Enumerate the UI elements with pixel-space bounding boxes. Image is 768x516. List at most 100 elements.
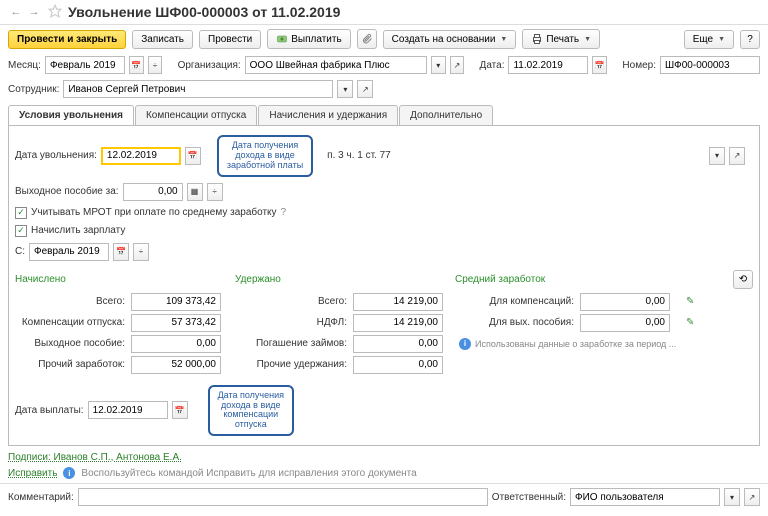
create-basis-button[interactable]: Создать на основании ▼ <box>383 30 517 49</box>
accrue-label: Начислить зарплату <box>31 225 125 236</box>
refresh-button[interactable]: ⟲ <box>733 270 753 289</box>
severance-row-input[interactable] <box>131 335 221 353</box>
mrot-label: Учитывать МРОТ при оплате по среднему за… <box>31 207 277 218</box>
emp-label: Сотрудник: <box>8 84 59 95</box>
open-icon[interactable]: ↗ <box>729 147 745 165</box>
loans-label: Погашение займов: <box>237 338 347 349</box>
open-icon[interactable]: ↗ <box>450 56 465 74</box>
calendar-icon[interactable]: 📅 <box>129 56 144 74</box>
print-button[interactable]: Печать ▼ <box>522 29 600 49</box>
help-icon[interactable]: ? <box>281 207 287 218</box>
dropdown-icon[interactable]: ▾ <box>431 56 446 74</box>
resp-input[interactable] <box>570 488 720 506</box>
accrued-header: Начислено <box>15 274 235 285</box>
date-label: Дата: <box>480 60 505 71</box>
dismiss-date-input[interactable] <box>101 147 181 165</box>
info-icon[interactable]: i <box>63 467 75 479</box>
money-icon <box>276 33 288 45</box>
comp-label: Для компенсаций: <box>459 296 574 307</box>
dropdown-icon[interactable]: ▾ <box>337 80 353 98</box>
calendar-icon[interactable]: 📅 <box>592 56 607 74</box>
more-button[interactable]: Еще ▼ <box>684 30 734 49</box>
attach-button[interactable] <box>357 29 377 49</box>
used-data-info: Использованы данные о заработке за перио… <box>475 339 676 349</box>
severance-input[interactable] <box>123 183 183 201</box>
org-label: Организация: <box>178 60 241 71</box>
month-label: Месяц: <box>8 60 41 71</box>
from-label: С: <box>15 246 25 257</box>
paperclip-icon <box>361 33 373 45</box>
date-input[interactable] <box>508 56 588 74</box>
save-button[interactable]: Записать <box>132 30 193 49</box>
other-input[interactable] <box>131 356 221 374</box>
post-close-button[interactable]: Провести и закрыть <box>8 30 126 49</box>
comp-vac-input[interactable] <box>131 314 221 332</box>
comment-input[interactable] <box>78 488 488 506</box>
sev-label: Для вых. пособия: <box>459 317 574 328</box>
severance-label: Выходное пособие за: <box>15 186 119 197</box>
fix-link[interactable]: Исправить <box>8 468 57 479</box>
basis-suffix: п. 3 ч. 1 ст. 77 <box>327 150 391 161</box>
favorite-star-icon[interactable] <box>48 4 64 20</box>
comment-label: Комментарий: <box>8 492 74 503</box>
calendar-icon[interactable]: 📅 <box>185 147 201 165</box>
number-input[interactable] <box>660 56 760 74</box>
chevron-down-icon: ▼ <box>500 36 507 43</box>
total-input[interactable] <box>131 293 221 311</box>
dropdown-icon[interactable]: ▾ <box>724 488 740 506</box>
nav-back[interactable]: ← <box>8 4 24 20</box>
mrot-checkbox[interactable]: ✓ <box>15 207 27 219</box>
org-input[interactable] <box>245 56 427 74</box>
open-icon[interactable]: ↗ <box>357 80 373 98</box>
post-button[interactable]: Провести <box>199 30 261 49</box>
tab-conditions[interactable]: Условия увольнения <box>8 105 134 125</box>
help-button[interactable]: ? <box>740 30 760 49</box>
loans-input[interactable] <box>353 335 443 353</box>
calendar-icon[interactable]: 📅 <box>172 401 188 419</box>
from-input[interactable] <box>29 243 109 261</box>
month-input[interactable] <box>45 56 125 74</box>
comp-vac-label: Компенсации отпуска: <box>15 317 125 328</box>
payout-date-label: Дата выплаты: <box>15 405 84 416</box>
severance-row-label: Выходное пособие: <box>15 338 125 349</box>
open-icon[interactable]: ↗ <box>744 488 760 506</box>
tab-compensations[interactable]: Компенсации отпуска <box>135 105 257 125</box>
tab-accruals[interactable]: Начисления и удержания <box>258 105 398 125</box>
fix-hint: Воспользуйтесь командой Исправить для ис… <box>81 468 416 479</box>
calc-icon[interactable]: ▦ <box>187 183 203 201</box>
pay-button[interactable]: Выплатить <box>267 29 350 49</box>
other-w-label: Прочие удержания: <box>237 359 347 370</box>
withheld-header: Удержано <box>235 274 455 285</box>
refresh-icon: ⟲ <box>739 274 747 285</box>
stepper-icon[interactable]: ÷ <box>207 183 223 201</box>
stepper-icon[interactable]: ÷ <box>133 243 149 261</box>
edit-pencil-icon[interactable]: ✎ <box>686 317 706 328</box>
printer-icon <box>531 33 543 45</box>
employee-input[interactable] <box>63 80 333 98</box>
signatures-link[interactable]: Подписи: Иванов С.П., Антонова Е.А. <box>8 452 182 463</box>
nav-fwd[interactable]: → <box>26 4 42 20</box>
total-label: Всего: <box>15 296 125 307</box>
sev-input[interactable] <box>580 314 670 332</box>
info-icon[interactable]: i <box>459 338 471 350</box>
chevron-down-icon: ▼ <box>718 36 725 43</box>
payout-date-input[interactable] <box>88 401 168 419</box>
ndfl-label: НДФЛ: <box>237 317 347 328</box>
other-w-input[interactable] <box>353 356 443 374</box>
ndfl-input[interactable] <box>353 314 443 332</box>
accrue-checkbox[interactable]: ✓ <box>15 225 27 237</box>
edit-pencil-icon[interactable]: ✎ <box>686 296 706 307</box>
num-label: Номер: <box>622 60 656 71</box>
resp-label: Ответственный: <box>492 492 566 503</box>
dismiss-date-label: Дата увольнения: <box>15 150 97 161</box>
avg-header: Средний заработок <box>455 274 733 285</box>
dropdown-icon[interactable]: ▾ <box>709 147 725 165</box>
tab-additional[interactable]: Дополнительно <box>399 105 493 125</box>
other-label: Прочий заработок: <box>15 359 125 370</box>
page-title: Увольнение ШФ00-000003 от 11.02.2019 <box>68 4 340 20</box>
comp-input[interactable] <box>580 293 670 311</box>
withheld-total-input[interactable] <box>353 293 443 311</box>
calendar-icon[interactable]: 📅 <box>113 243 129 261</box>
stepper-icon[interactable]: ÷ <box>148 56 163 74</box>
total2-label: Всего: <box>237 296 347 307</box>
